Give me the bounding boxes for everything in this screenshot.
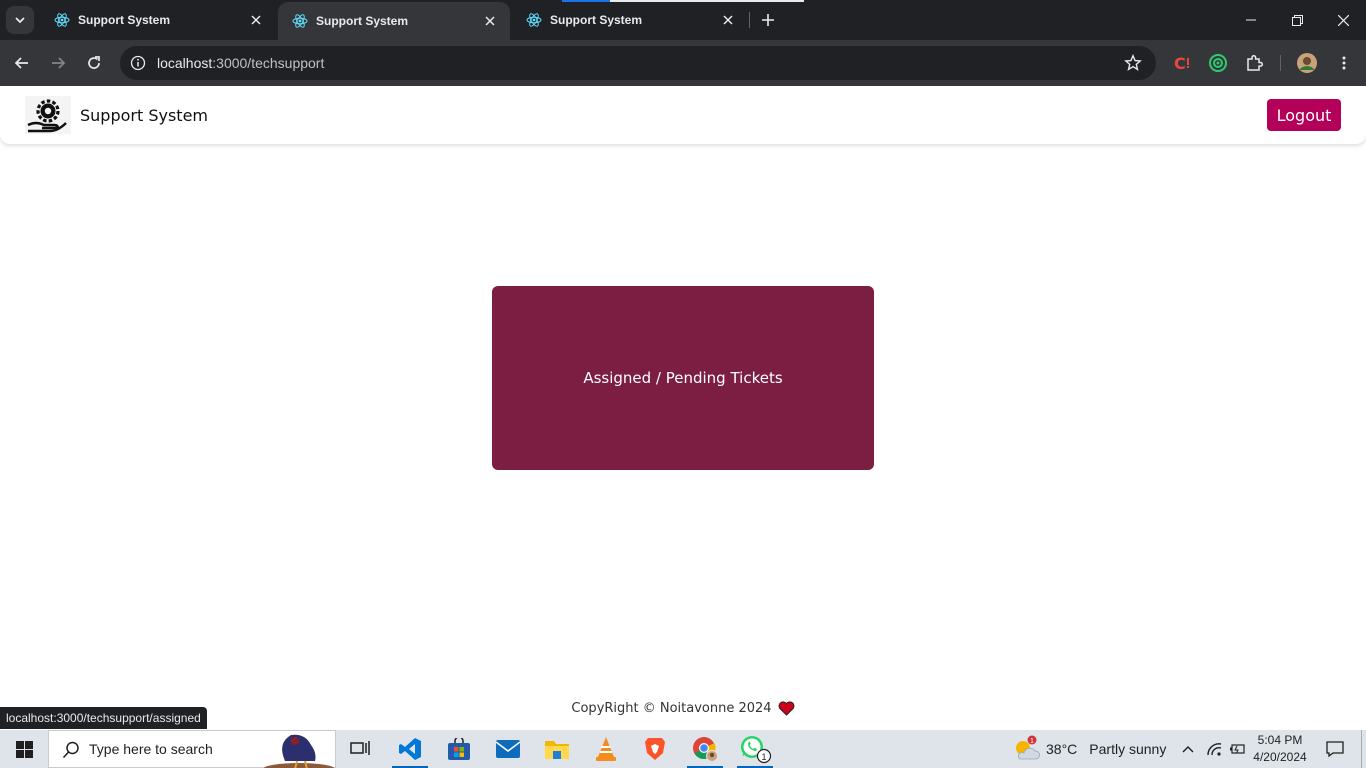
tab-support-system-1[interactable]: Support System <box>40 0 276 40</box>
search-highlight-bird-icon[interactable] <box>255 731 335 768</box>
close-icon[interactable] <box>720 12 736 28</box>
weather-widget[interactable]: 1 38°C Partly sunny <box>1012 730 1166 768</box>
tab-title: Support System <box>78 13 171 27</box>
react-icon <box>526 12 542 28</box>
windows-taskbar: Type here to search 1 1 38°C Partly sunn… <box>0 730 1366 768</box>
clock-time: 5:04 PM <box>1257 733 1303 747</box>
windows-icon <box>15 740 33 758</box>
arrow-right-icon <box>52 57 66 69</box>
profile-avatar[interactable] <box>1295 51 1319 75</box>
web-page: Support System Logout Assigned / Pending… <box>0 86 1366 730</box>
logout-button[interactable]: Logout <box>1267 99 1341 131</box>
screen: Support System Support System Support Sy… <box>0 0 1366 768</box>
reload-icon <box>88 56 100 69</box>
weather-alert-badge: 1 <box>1030 738 1034 745</box>
react-icon <box>54 12 70 28</box>
chrome-icon[interactable] <box>681 730 729 768</box>
link-status-bubble: localhost:3000/techsupport/assigned <box>0 707 207 729</box>
url-text[interactable]: localhost:3000/techsupport <box>157 55 324 71</box>
chevron-down-icon <box>15 17 25 24</box>
whatsapp-icon[interactable]: 1 <box>731 730 779 768</box>
brave-browser-icon[interactable] <box>631 730 679 768</box>
reload-button[interactable] <box>80 49 108 77</box>
site-info-icon[interactable] <box>126 51 150 75</box>
whatsapp-badge-count: 1 <box>761 752 766 762</box>
address-bar[interactable]: localhost:3000/techsupport <box>120 46 1156 80</box>
tab-divider <box>749 12 750 28</box>
support-logo-icon[interactable] <box>24 95 72 135</box>
partly-sunny-icon: 1 <box>1016 735 1040 760</box>
vscode-icon[interactable] <box>386 730 434 768</box>
clock-date: 4/20/2024 <box>1253 750 1307 764</box>
url-path: :3000/techsupport <box>212 55 325 71</box>
taskbar-clock[interactable]: 5:04 PM 4/20/2024 <box>1244 732 1316 766</box>
back-button[interactable] <box>8 49 36 77</box>
weather-temp: 38°C <box>1046 741 1078 757</box>
close-icon[interactable] <box>482 13 498 29</box>
minimize-icon <box>1246 19 1256 21</box>
new-tab-button[interactable] <box>756 8 780 32</box>
heart-icon <box>778 701 794 716</box>
chrome-menu-icon[interactable] <box>1332 51 1356 75</box>
task-view-icon[interactable] <box>336 730 384 768</box>
tab-support-system-2[interactable]: Support System <box>278 2 510 40</box>
plus-icon <box>762 14 774 26</box>
network-icon[interactable] <box>1202 730 1226 768</box>
close-icon <box>1337 14 1349 26</box>
extension-target-icon[interactable] <box>1206 51 1230 75</box>
brand-name[interactable]: Support System <box>80 106 208 125</box>
tab-support-system-3[interactable]: Support System <box>512 0 748 40</box>
react-icon <box>292 13 308 29</box>
search-placeholder: Type here to search <box>89 741 213 757</box>
browser-tab-strip: Support System Support System Support Sy… <box>0 0 1366 40</box>
extension-c-icon[interactable]: C <box>1170 51 1194 75</box>
weather-desc: Partly sunny <box>1089 741 1167 757</box>
mail-icon[interactable] <box>484 730 532 768</box>
arrow-left-icon <box>14 57 28 69</box>
taskbar-search-box[interactable]: Type here to search <box>48 730 336 768</box>
show-hidden-icons-chevron-up-icon[interactable] <box>1176 730 1200 768</box>
toolbar-divider <box>1280 55 1281 71</box>
minimize-button[interactable] <box>1228 0 1274 40</box>
restore-button[interactable] <box>1274 0 1320 40</box>
close-window-button[interactable] <box>1320 0 1366 40</box>
card-label: Assigned / Pending Tickets <box>583 369 783 387</box>
show-desktop-button[interactable] <box>1361 730 1366 768</box>
app-navbar: Support System Logout <box>0 86 1366 144</box>
search-icon <box>62 741 79 759</box>
url-host: localhost <box>157 55 213 71</box>
vlc-icon[interactable] <box>582 730 630 768</box>
extensions-puzzle-icon[interactable] <box>1242 51 1266 75</box>
browser-toolbar: localhost:3000/techsupport C <box>0 40 1366 86</box>
copyright-text: CopyRight © Noitavonne 2024 <box>571 701 772 716</box>
close-icon[interactable] <box>248 12 264 28</box>
file-explorer-icon[interactable] <box>533 730 581 768</box>
bookmark-star-icon[interactable] <box>1122 52 1144 74</box>
restore-icon <box>1291 14 1303 26</box>
svg-text:C: C <box>1174 54 1186 73</box>
assigned-pending-tickets-card[interactable]: Assigned / Pending Tickets <box>492 286 874 470</box>
tab-title: Support System <box>550 13 643 27</box>
notification-center-icon[interactable] <box>1320 730 1350 768</box>
start-button[interactable] <box>0 730 48 768</box>
forward-button[interactable] <box>44 49 72 77</box>
tab-title: Support System <box>316 14 409 28</box>
microsoft-store-icon[interactable] <box>435 730 483 768</box>
tab-search-button[interactable] <box>6 6 34 34</box>
